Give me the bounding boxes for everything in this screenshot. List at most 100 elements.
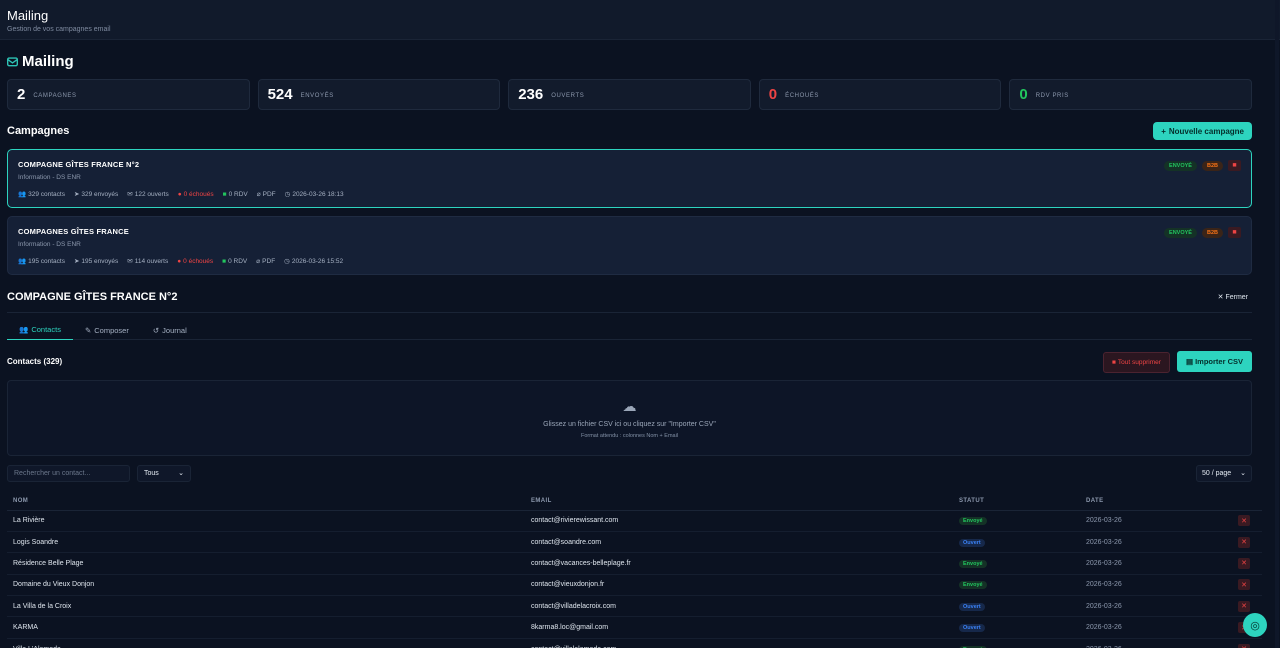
failed-stat: ● 0 échoués: [178, 191, 214, 198]
contacts-header: Contacts (329) ■ Tout supprimer ▤ Importer…: [7, 350, 1252, 373]
rdv-stat: ■ 0 RDV: [223, 191, 248, 198]
cell-date: 2026-03-26: [1080, 638, 1230, 648]
cell-statut: Ouvert: [953, 531, 1080, 554]
cell-email: contact@soandre.com: [525, 531, 953, 554]
page-title: Mailing: [7, 53, 1252, 70]
stat-failed: 0 ÉCHOUÉS: [758, 79, 1002, 110]
tab-composer[interactable]: ✎ Composer: [73, 320, 141, 340]
tab-journal[interactable]: ↺ Journal: [141, 320, 199, 340]
cell-actions: ✕: [1230, 510, 1262, 532]
send-icon: ➤: [73, 258, 80, 265]
delete-contact-button[interactable]: ✕: [1238, 643, 1250, 648]
campaign-card[interactable]: COMPAGNE GÎTES FRANCE N°2 Information - …: [7, 149, 1252, 208]
import-csv-button[interactable]: ▤ Importer CSV: [1176, 350, 1252, 372]
close-icon: ✕: [1241, 517, 1247, 525]
delete-all-label: Tout supprimer: [1117, 358, 1161, 366]
table-row: Domaine du Vieux Donjon contact@vieuxdonj…: [7, 574, 1262, 597]
campaign-subtitle: Information - DS ENR: [18, 241, 81, 248]
cell-date: 2026-03-26: [1080, 552, 1230, 575]
status-filter-select[interactable]: Tous ⌄: [137, 464, 191, 482]
table-row: Résidence Belle Plage contact@vacances-be…: [7, 552, 1262, 575]
contacts-stat: 👥 329 contacts: [18, 190, 65, 199]
delete-contact-button[interactable]: ✕: [1238, 579, 1250, 591]
delete-contact-button[interactable]: ✕: [1238, 536, 1250, 548]
close-icon: ✕: [1241, 560, 1247, 568]
close-icon: ✕: [1217, 294, 1224, 301]
search-input[interactable]: Rechercher un contact...: [7, 464, 130, 482]
clock-icon: ◷: [284, 258, 290, 265]
cell-statut: Envoyé: [953, 552, 1080, 575]
attachment-stat: ⌀ PDF: [257, 190, 276, 199]
date-text: 2026-03-26 18:13: [292, 190, 344, 198]
stat-label: CAMPAGNES: [33, 92, 77, 99]
delete-campaign-button[interactable]: ■: [1228, 227, 1241, 238]
trash-icon: ■: [1111, 358, 1116, 366]
stat-label: RDV PRIS: [1035, 92, 1069, 99]
cell-statut: Envoyé: [953, 574, 1080, 597]
close-icon: ✕: [1241, 581, 1247, 589]
scrollbar[interactable]: [1275, 0, 1279, 648]
stat-campaigns: 2 CAMPAGNES: [7, 79, 250, 110]
date-stat: ◷ 2026-03-26 15:52: [284, 257, 343, 266]
campaign-card[interactable]: COMPAGNES GÎTES FRANCE Information - DS …: [7, 216, 1252, 275]
trash-icon: ■: [1232, 162, 1237, 169]
stat-label: ÉCHOUÉS: [785, 92, 819, 99]
delete-contact-button[interactable]: ✕: [1238, 600, 1250, 612]
table-row: Logis Soandre contact@soandre.com Ouvert 20…: [7, 531, 1262, 554]
stat-label: ENVOYÉS: [300, 92, 334, 99]
cell-nom: Domaine du Vieux Donjon: [7, 574, 525, 597]
failed-text: 0 échoués: [183, 257, 214, 265]
opened-text: 114 ouverts: [134, 257, 169, 265]
col-date: DATE: [1080, 492, 1230, 511]
delete-contact-button[interactable]: ✕: [1238, 515, 1250, 527]
csv-dropzone[interactable]: ☁ Glissez un fichier CSV ici ou cliquez …: [7, 380, 1252, 456]
close-button[interactable]: ✕ Fermer: [1214, 293, 1252, 302]
close-icon: ✕: [1241, 539, 1247, 547]
send-icon: ➤: [73, 191, 80, 198]
top-bar: Mailing Gestion de vos campagnes email: [0, 0, 1280, 40]
table-row: La Villa de la Croix contact@villadelacro…: [7, 595, 1262, 618]
per-page-select[interactable]: 50 / page ⌄: [1196, 464, 1252, 482]
col-actions: [1230, 492, 1262, 511]
users-icon: 👥: [18, 191, 27, 198]
tab-contacts[interactable]: 👥 Contacts: [7, 320, 73, 340]
support-chat-button[interactable]: ◎: [1243, 613, 1267, 637]
tab-label: Composer: [94, 325, 129, 335]
new-campaign-label: Nouvelle campagne: [1168, 126, 1244, 136]
cell-date: 2026-03-26: [1080, 574, 1230, 597]
app-subtitle: Gestion de vos campagnes email: [7, 26, 111, 33]
failed-text: 0 échoués: [183, 190, 214, 198]
sent-text: 195 envoyés: [81, 257, 119, 265]
tab-label: Contacts: [31, 325, 61, 334]
table-row: Villa L'Alamedacontact@villalalameda.com…: [7, 638, 1262, 648]
status-badge: ENVOYÉ: [1164, 227, 1197, 238]
stat-opened: 236 OUVERTS: [508, 79, 751, 110]
paperclip-icon: ⌀: [256, 258, 261, 265]
delete-contact-button[interactable]: ✕: [1238, 557, 1250, 569]
users-icon: 👥: [18, 258, 27, 265]
status-pill: Envoyé: [959, 581, 987, 590]
cell-nom: KARMA: [7, 616, 525, 639]
sent-stat: ➤ 329 envoyés: [73, 190, 118, 199]
clock-icon: ◷: [284, 191, 291, 198]
attachment-text: PDF: [262, 257, 276, 265]
cell-actions: ✕: [1230, 638, 1262, 648]
delete-all-button[interactable]: ■ Tout supprimer: [1102, 351, 1170, 373]
cell-actions: ✕: [1230, 574, 1262, 597]
pencil-icon: ✎: [84, 325, 92, 335]
stat-sent: 524 ENVOYÉS: [257, 79, 501, 110]
contacts-title: Contacts (329): [7, 357, 63, 366]
alert-icon: ●: [177, 257, 182, 265]
failed-stat: ● 0 échoués: [177, 258, 213, 265]
cell-statut: Ouvert: [953, 616, 1080, 639]
status-pill: Envoyé: [959, 517, 987, 526]
cell-nom: Résidence Belle Plage: [7, 552, 525, 575]
detail-title: COMPAGNE GÎTES FRANCE N°2: [7, 291, 178, 303]
envelope-open-icon: ✉: [127, 191, 133, 198]
delete-campaign-button[interactable]: ■: [1228, 160, 1241, 171]
table-row: KARMA 8karma8.loc@gmail.com Ouvert 2026-03-…: [7, 616, 1262, 639]
campaigns-header: Campagnes + Nouvelle campagne: [7, 122, 1252, 140]
attachment-text: PDF: [262, 190, 276, 198]
new-campaign-button[interactable]: + Nouvelle campagne: [1153, 122, 1252, 140]
col-statut: STATUT: [953, 492, 1080, 511]
